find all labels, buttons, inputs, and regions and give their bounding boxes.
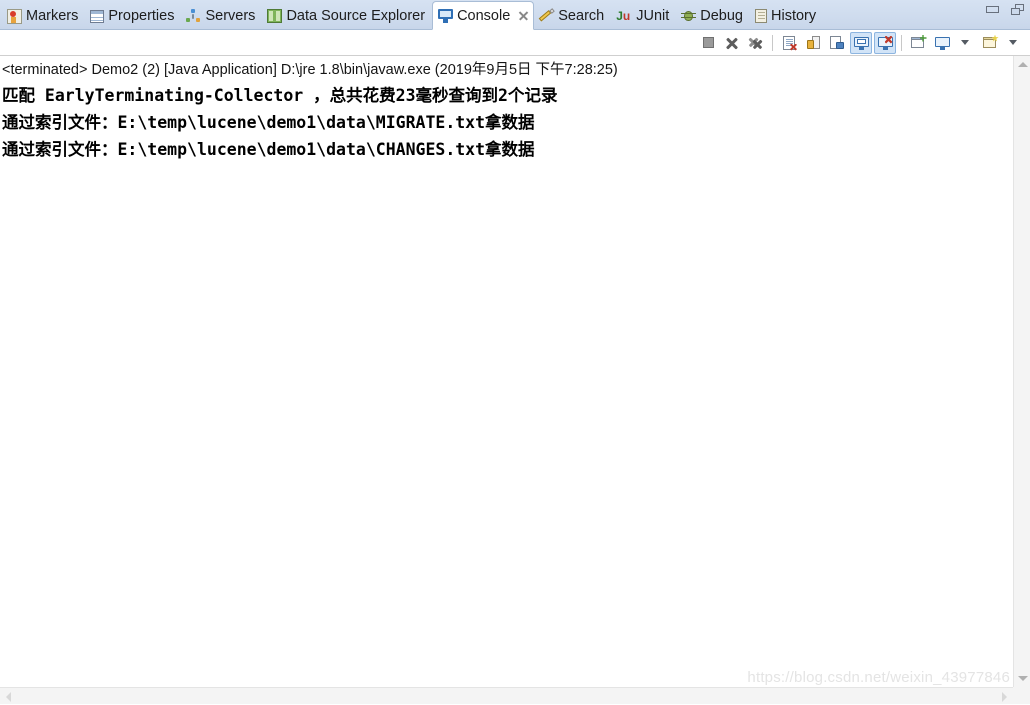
lock-icon	[806, 35, 820, 50]
chevron-up-icon	[1017, 62, 1028, 67]
scrollbar-corner	[1013, 687, 1030, 704]
horizontal-scrollbar[interactable]	[0, 687, 1013, 704]
toolbar-separator	[772, 34, 773, 51]
scroll-left-button[interactable]	[0, 688, 17, 705]
scroll-lock-button[interactable]	[802, 32, 824, 54]
pin-console-button[interactable]	[907, 32, 929, 54]
stop-square-icon	[702, 37, 714, 48]
terminate-button[interactable]	[697, 32, 719, 54]
chevron-left-icon	[6, 691, 11, 702]
clear-console-button[interactable]	[778, 32, 800, 54]
open-console-button[interactable]	[979, 32, 1001, 54]
data-source-explorer-icon	[267, 9, 283, 23]
console-output-area[interactable]: <terminated> Demo2 (2) [Java Application…	[0, 56, 1013, 687]
tab-properties[interactable]: Properties	[85, 2, 181, 30]
properties-icon	[90, 9, 105, 23]
watermark: https://blog.csdn.net/weixin_43977846	[747, 669, 1010, 686]
vertical-scrollbar[interactable]	[1013, 56, 1030, 687]
tab-markers[interactable]: Markers	[2, 2, 85, 30]
display-selected-console-button[interactable]	[931, 32, 953, 54]
page-wrap-icon	[830, 35, 844, 50]
new-console-icon	[982, 34, 999, 50]
show-console-on-output-button[interactable]	[850, 31, 872, 54]
tab-data-source-explorer[interactable]: Data Source Explorer	[262, 2, 432, 30]
tab-search[interactable]: Search	[534, 2, 611, 30]
tab-servers[interactable]: Servers	[181, 2, 262, 30]
chevron-right-icon	[1002, 691, 1007, 702]
view-tab-bar: Markers Properties Servers Data Source E…	[0, 0, 1030, 30]
tab-history[interactable]: History	[750, 2, 823, 30]
chevron-down-icon	[1017, 676, 1028, 681]
display-selected-console-dropdown[interactable]	[955, 32, 977, 54]
tab-label: Servers	[205, 8, 256, 24]
markers-icon	[7, 8, 22, 24]
junit-icon: Ju	[616, 9, 631, 23]
tab-label: Search	[558, 8, 605, 24]
show-console-on-error-button[interactable]	[874, 31, 896, 54]
remove-all-terminated-button[interactable]	[745, 32, 767, 54]
tab-label: Debug	[700, 8, 743, 24]
monitor-icon	[934, 36, 950, 50]
remove-launch-button[interactable]	[721, 32, 743, 54]
open-console-dropdown[interactable]	[1003, 32, 1025, 54]
word-wrap-button[interactable]	[826, 32, 848, 54]
minimize-button[interactable]	[986, 6, 999, 13]
debug-icon	[681, 9, 697, 23]
toolbar-separator	[901, 34, 902, 51]
console-output-line: 匹配 EarlyTerminating-Collector ，总共花费23毫秒查…	[2, 86, 558, 105]
pin-console-icon	[910, 34, 927, 50]
clear-console-icon	[783, 35, 795, 50]
console-error-icon	[877, 35, 893, 50]
cross-icon	[725, 36, 739, 50]
maximize-button[interactable]	[1011, 4, 1024, 15]
console-output-line: 通过索引文件：E:\temp\lucene\demo1\data\CHANGES…	[2, 140, 535, 159]
tab-label: Console	[457, 7, 511, 24]
console-output-line: 通过索引文件：E:\temp\lucene\demo1\data\MIGRATE…	[2, 113, 535, 132]
scroll-right-button[interactable]	[996, 688, 1013, 705]
tab-junit[interactable]: Ju JUnit	[611, 2, 676, 30]
scroll-up-button[interactable]	[1014, 56, 1030, 73]
console-view-toolbar	[0, 30, 1030, 56]
console-icon	[438, 8, 454, 23]
console-view: <terminated> Demo2 (2) [Java Application…	[0, 56, 1030, 704]
tab-label: Properties	[108, 8, 175, 24]
tab-label: JUnit	[636, 8, 670, 24]
search-icon	[539, 9, 554, 23]
servers-icon	[186, 9, 201, 23]
double-cross-icon	[748, 36, 764, 50]
close-icon[interactable]	[518, 10, 529, 21]
window-controls	[986, 4, 1024, 15]
tab-console[interactable]: Console	[432, 1, 535, 30]
chevron-down-icon	[960, 40, 969, 45]
history-icon	[755, 9, 767, 23]
console-output-icon	[853, 36, 869, 50]
tab-debug[interactable]: Debug	[676, 2, 750, 30]
scroll-down-button[interactable]	[1014, 670, 1030, 687]
tab-label: History	[771, 8, 817, 24]
chevron-down-icon	[1008, 40, 1017, 45]
tab-label: Data Source Explorer	[286, 8, 426, 24]
process-status-line: <terminated> Demo2 (2) [Java Application…	[2, 62, 618, 78]
tab-label: Markers	[26, 8, 79, 24]
